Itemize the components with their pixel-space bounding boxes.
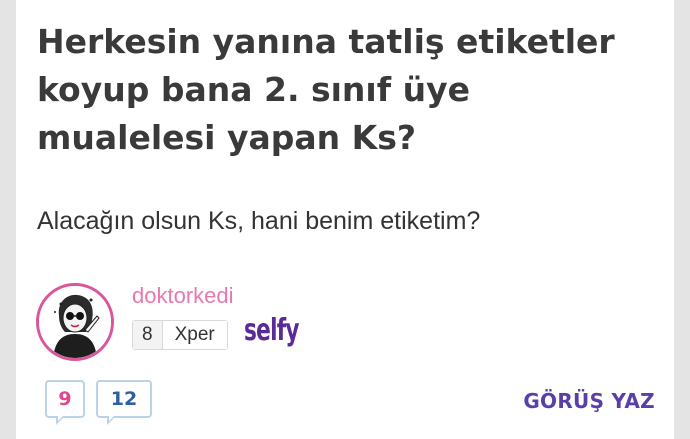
write-comment-button[interactable]: GÖRÜŞ YAZ — [523, 389, 655, 413]
xper-level-number: 8 — [133, 321, 162, 349]
speech-tail-inner-icon — [58, 416, 63, 421]
count-box-first[interactable]: 9 — [45, 380, 85, 425]
xper-level-badge: 8 Xper — [132, 320, 228, 350]
avatar[interactable] — [36, 283, 114, 361]
count-second-value: 12 — [110, 388, 138, 410]
author-username[interactable]: doktorkedi — [132, 283, 234, 309]
count-first-value: 9 — [58, 388, 72, 410]
post-card: Herkesin yanına tatliş etiketler koyup b… — [16, 0, 674, 439]
avatar-illustration-icon — [39, 286, 111, 358]
speech-tail-inner-icon — [109, 416, 114, 421]
post-title: Herkesin yanına tatliş etiketler koyup b… — [37, 22, 615, 157]
xper-level-label: Xper — [161, 321, 227, 349]
post-body: Alacağın olsun Ks, hani benim etiketim? — [37, 207, 481, 235]
selfy-badge: selfy — [244, 313, 300, 348]
count-box-second[interactable]: 12 — [96, 380, 152, 425]
